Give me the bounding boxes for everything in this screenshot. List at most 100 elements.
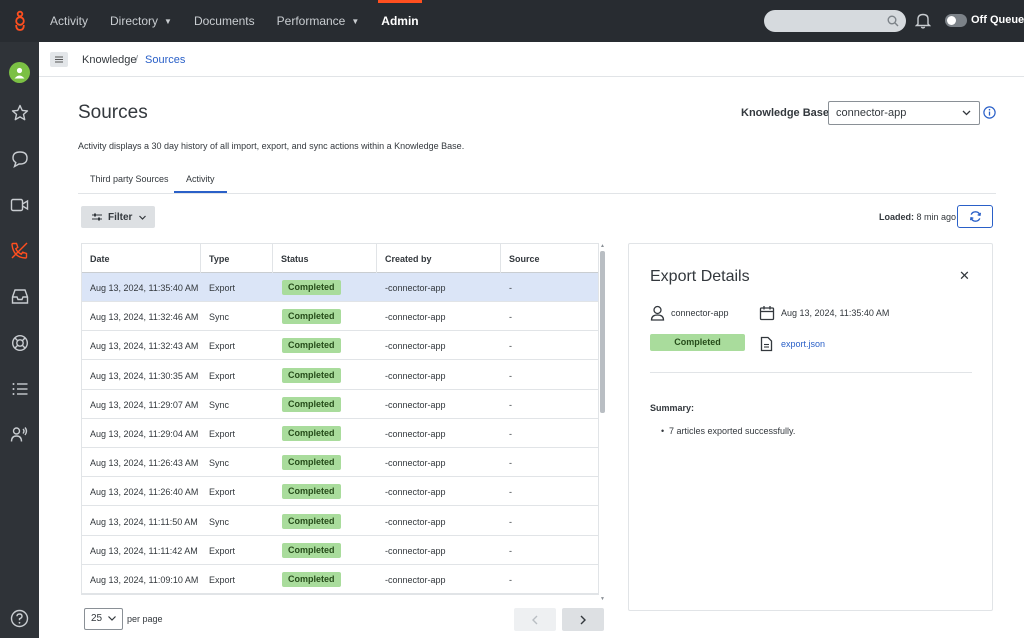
menu-toggle-button[interactable] — [50, 52, 68, 67]
table-row[interactable]: Aug 13, 2024, 11:35:40 AM Export Completed… — [82, 273, 598, 302]
details-user: connector-app — [671, 308, 729, 318]
cell-source: - — [509, 341, 512, 352]
chevron-down-icon — [108, 616, 116, 621]
table-row[interactable]: Aug 13, 2024, 11:09:10 AM Export Completed… — [82, 565, 598, 594]
breadcrumb-knowledge[interactable]: Knowledge — [82, 54, 136, 66]
nav-performance[interactable]: Performance ▼ — [266, 0, 371, 42]
status-badge: Completed — [650, 334, 745, 351]
close-icon[interactable]: ✕ — [959, 268, 970, 284]
tab-bar: Third party Sources Activity — [78, 164, 996, 194]
cell-source: - — [509, 429, 512, 439]
cell-created-by: -connector-app — [385, 341, 446, 352]
refresh-button[interactable] — [957, 205, 993, 228]
knowledge-base-value: connector-app — [836, 107, 907, 119]
phone-icon[interactable] — [8, 239, 31, 262]
column-header-date[interactable]: Date — [82, 244, 201, 273]
info-icon[interactable] — [983, 106, 996, 122]
tab-third-party-sources[interactable]: Third party Sources — [90, 174, 169, 184]
scrollbar-thumb[interactable] — [600, 251, 605, 413]
chevron-left-icon — [532, 615, 538, 624]
table-row[interactable]: Aug 13, 2024, 11:11:42 AM Export Completed… — [82, 536, 598, 565]
support-icon[interactable] — [8, 331, 31, 354]
cell-source: - — [509, 516, 512, 527]
cell-source: - — [509, 312, 512, 323]
cell-source: - — [509, 370, 512, 381]
inbox-icon[interactable] — [8, 285, 31, 308]
divider — [650, 372, 972, 373]
table-header: Date Type Status Created by Source — [82, 244, 598, 273]
refresh-icon — [969, 211, 981, 222]
cell-created-by: -connector-app — [385, 458, 446, 469]
table-row[interactable]: Aug 13, 2024, 11:32:43 AM Export Completed… — [82, 331, 598, 361]
status-badge: Completed — [282, 367, 341, 383]
cell-type: Sync — [209, 458, 230, 469]
cell-source: - — [509, 575, 512, 585]
nav-label: Documents — [193, 14, 255, 28]
status-badge: Completed — [282, 426, 341, 441]
nav-documents[interactable]: Documents — [183, 0, 266, 42]
table-row[interactable]: Aug 13, 2024, 11:29:07 AM Sync Completed -c… — [82, 390, 598, 419]
help-icon[interactable] — [8, 607, 31, 630]
scroll-down-icon[interactable]: ▼ — [600, 596, 605, 602]
tab-activity[interactable]: Activity — [186, 174, 215, 184]
summary-label: Summary: — [650, 403, 695, 413]
cell-source: - — [509, 458, 512, 469]
per-page-label: per page — [127, 614, 163, 624]
star-icon[interactable] — [8, 101, 31, 124]
status-badge: Completed — [282, 338, 341, 354]
table-row[interactable]: Aug 13, 2024, 11:29:04 AM Export Completed… — [82, 419, 598, 448]
cell-created-by: -connector-app — [385, 370, 446, 381]
chat-icon[interactable] — [8, 147, 31, 170]
loaded-value: 8 min ago — [916, 212, 957, 222]
chevron-right-icon — [580, 615, 586, 624]
nav-activity[interactable]: Activity — [39, 0, 99, 42]
search-input[interactable] — [764, 10, 906, 32]
cell-source: - — [509, 283, 512, 293]
status-badge: Completed — [282, 309, 341, 325]
column-header-status[interactable]: Status — [273, 244, 377, 273]
page-size-select[interactable]: 25 — [84, 608, 123, 630]
column-header-created-by[interactable]: Created by — [377, 244, 501, 273]
table-row[interactable]: Aug 13, 2024, 11:26:40 AM Export Completed… — [82, 477, 598, 507]
file-icon — [760, 336, 773, 355]
knowledge-base-label: Knowledge Base — [741, 107, 830, 119]
nav-directory[interactable]: Directory ▼ — [99, 0, 183, 42]
scroll-up-icon[interactable]: ▲ — [600, 243, 605, 249]
details-date: Aug 13, 2024, 11:35:40 AM — [781, 308, 890, 318]
cell-source: - — [509, 399, 512, 410]
cell-type: Export — [209, 429, 236, 439]
nav-label: Performance — [276, 14, 346, 28]
knowledge-base-select[interactable]: connector-app — [828, 101, 980, 125]
video-icon[interactable] — [8, 193, 31, 216]
cell-type: Export — [209, 283, 236, 293]
next-page-button[interactable] — [562, 608, 604, 631]
export-file-link[interactable]: export.json — [781, 339, 825, 349]
cell-date: Aug 13, 2024, 11:29:07 AM — [90, 399, 199, 410]
bell-icon[interactable] — [914, 12, 932, 32]
table-row[interactable]: Aug 13, 2024, 11:32:46 AM Sync Completed -c… — [82, 302, 598, 332]
genesys-logo-icon[interactable] — [0, 0, 39, 42]
column-header-type[interactable]: Type — [201, 244, 273, 273]
people-icon[interactable] — [8, 423, 31, 446]
table-scrollbar[interactable]: ▲ ▼ — [599, 243, 606, 605]
cell-source: - — [509, 487, 512, 498]
queue-toggle[interactable] — [945, 14, 967, 27]
column-header-source[interactable]: Source — [501, 244, 598, 273]
table-row[interactable]: Aug 13, 2024, 11:30:35 AM Export Completed… — [82, 361, 598, 390]
cell-date: Aug 13, 2024, 11:35:40 AM — [90, 283, 199, 293]
breadcrumb-sources[interactable]: Sources — [145, 54, 185, 66]
avatar[interactable] — [9, 62, 30, 83]
cell-date: Aug 13, 2024, 11:32:43 AM — [90, 341, 199, 352]
filter-button[interactable]: Filter — [81, 206, 155, 228]
list-icon[interactable] — [8, 377, 31, 400]
chevron-down-icon — [962, 110, 971, 116]
loaded-status: Loaded: 8 min ago — [879, 212, 956, 222]
queue-status-label: Off Queue — [971, 14, 1024, 26]
nav-admin[interactable]: Admin — [370, 0, 429, 42]
cell-created-by: -connector-app — [385, 312, 446, 323]
previous-page-button[interactable] — [514, 608, 556, 631]
search-icon — [887, 15, 899, 27]
table-row[interactable]: Aug 13, 2024, 11:11:50 AM Sync Completed -c… — [82, 507, 598, 536]
table-row[interactable]: Aug 13, 2024, 11:26:43 AM Sync Completed -c… — [82, 448, 598, 478]
hamburger-icon — [55, 56, 63, 63]
